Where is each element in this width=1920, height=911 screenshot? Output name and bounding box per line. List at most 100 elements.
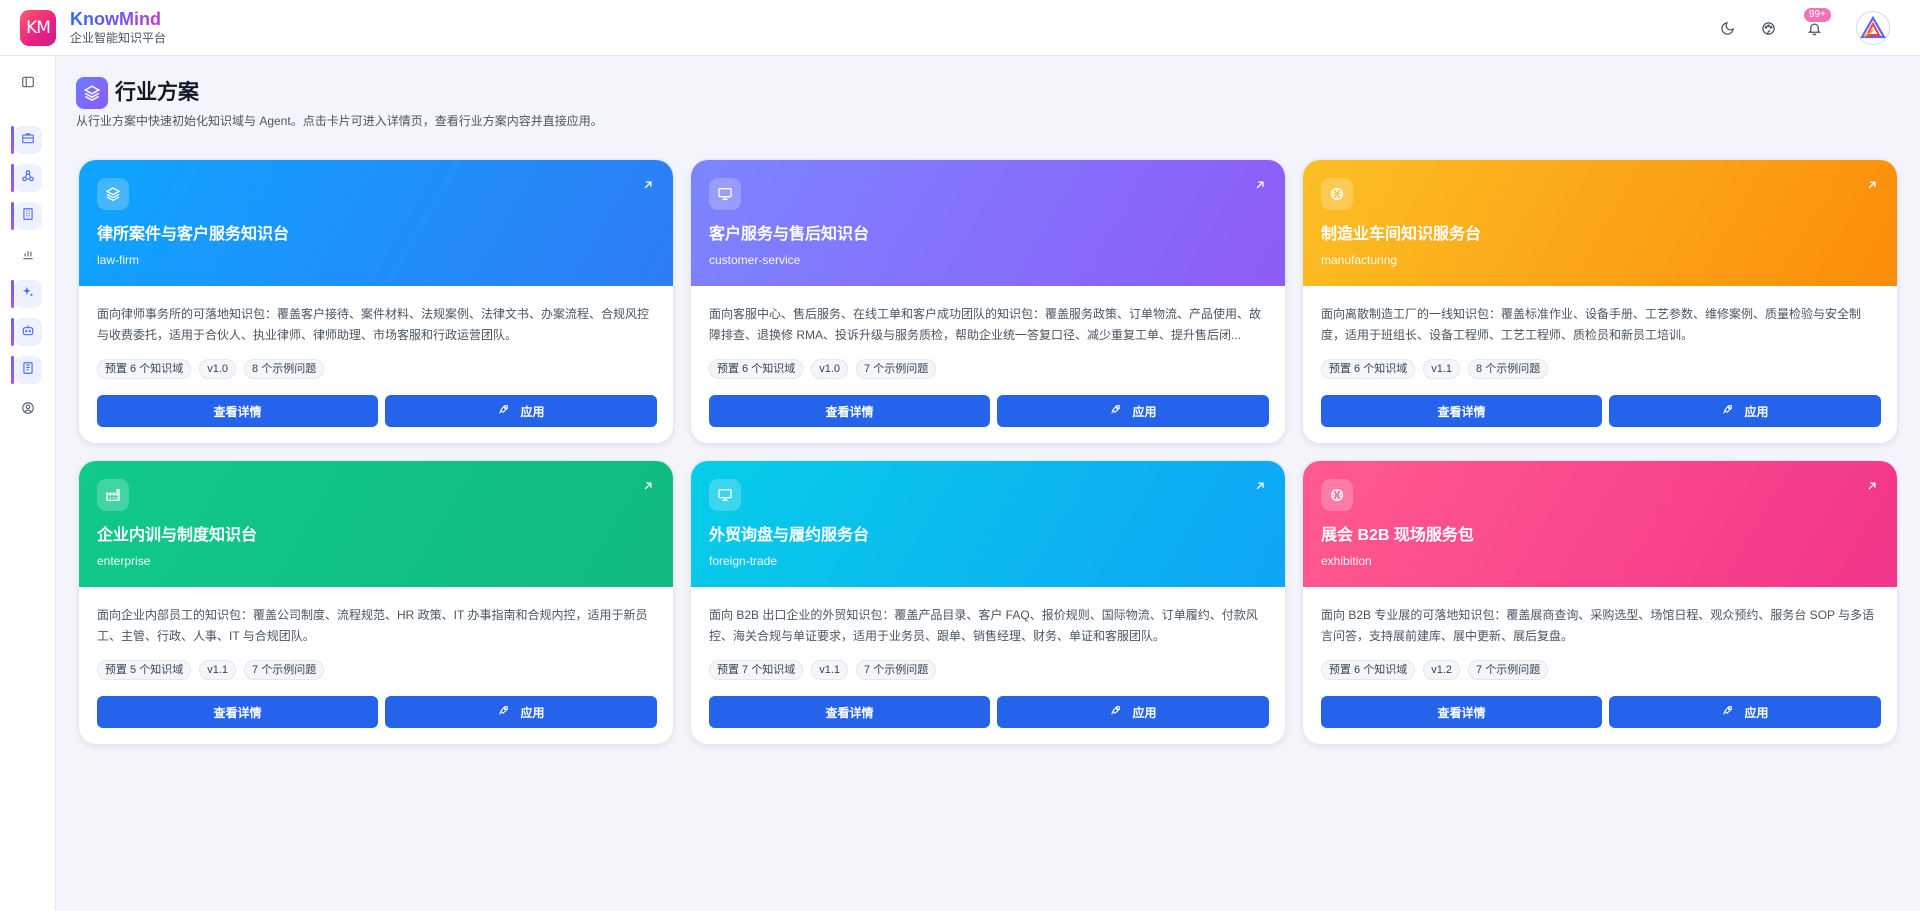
- view-details-label: 查看详情: [213, 705, 262, 720]
- view-details-label: 查看详情: [825, 705, 874, 720]
- card-tag: v1.1: [811, 660, 849, 680]
- card-tag: 预置 5 个知识域: [97, 660, 192, 680]
- robot-icon: [21, 323, 35, 342]
- card-tag: v1.1: [199, 660, 237, 680]
- apply-button[interactable]: 应用: [385, 696, 657, 728]
- factory-icon: [97, 479, 129, 511]
- card-tag: 7 个示例问题: [856, 660, 937, 680]
- gear-icon: [1321, 178, 1353, 210]
- sidebar-item-account[interactable]: [14, 396, 42, 424]
- palette-icon[interactable]: [1756, 16, 1780, 40]
- rocket-icon: [1721, 403, 1734, 419]
- card-tag: 预置 7 个知识域: [709, 660, 804, 680]
- sidebar-item-solutions[interactable]: [14, 126, 42, 154]
- brand: KnowMind 企业智能知识平台: [70, 9, 166, 45]
- apply-label: 应用: [1132, 404, 1157, 419]
- external-arrow-icon[interactable]: [1253, 479, 1267, 493]
- card-banner: 展会 B2B 现场服务包 exhibition: [1303, 461, 1897, 587]
- card-slug: foreign-trade: [709, 554, 778, 568]
- apply-label: 应用: [1744, 404, 1769, 419]
- card-tags: 预置 6 个知识域 v1.0 7 个示例问题: [709, 359, 937, 379]
- sidebar-item-docs[interactable]: [14, 356, 42, 384]
- sidebar-item-building[interactable]: [14, 202, 42, 230]
- rocket-icon: [1721, 704, 1734, 720]
- card-title: 外贸询盘与履约服务台: [709, 527, 870, 544]
- layers-icon: [97, 178, 129, 210]
- card-tags: 预置 6 个知识域 v1.0 8 个示例问题: [97, 359, 325, 379]
- view-details-button[interactable]: 查看详情: [1321, 696, 1602, 728]
- moon-icon[interactable]: [1715, 16, 1739, 40]
- external-arrow-icon[interactable]: [1253, 178, 1267, 192]
- card-banner: 制造业车间知识服务台 manufacturing: [1303, 160, 1897, 286]
- page-title: 行业方案: [115, 81, 199, 104]
- card-tag: 预置 6 个知识域: [1321, 660, 1416, 680]
- gear-icon: [1321, 479, 1353, 511]
- app-name: KnowMind: [70, 9, 166, 29]
- rocket-icon: [497, 403, 510, 419]
- view-details-button[interactable]: 查看详情: [97, 696, 378, 728]
- apply-label: 应用: [520, 404, 545, 419]
- card-title: 展会 B2B 现场服务包: [1321, 527, 1474, 544]
- card-tag: 预置 6 个知识域: [709, 359, 804, 379]
- view-details-button[interactable]: 查看详情: [709, 696, 990, 728]
- book-icon: [21, 361, 35, 380]
- solution-card-manufacturing[interactable]: 制造业车间知识服务台 manufacturing 面向离散制造工厂的一线知识包：…: [1302, 159, 1898, 444]
- sidebar: [0, 56, 56, 911]
- solution-card-enterprise[interactable]: 企业内训与制度知识台 enterprise 面向企业内部员工的知识包：覆盖公司制…: [78, 460, 674, 745]
- card-tag: 预置 6 个知识域: [97, 359, 192, 379]
- rocket-icon: [1109, 704, 1122, 720]
- notification-badge: 99+: [1804, 8, 1831, 22]
- card-title: 企业内训与制度知识台: [97, 527, 258, 544]
- sidebar-item-ai[interactable]: [14, 280, 42, 308]
- view-details-label: 查看详情: [1437, 705, 1486, 720]
- solution-card-law-firm[interactable]: 律所案件与客户服务知识台 law-firm 面向律师事务所的可落地知识包：覆盖客…: [78, 159, 674, 444]
- solution-card-customer-service[interactable]: 客户服务与售后知识台 customer-service 面向客服中心、售后服务、…: [690, 159, 1286, 444]
- building-icon: [21, 207, 35, 226]
- card-tag: v1.0: [811, 359, 849, 379]
- card-description: 面向离散制造工厂的一线知识包：覆盖标准作业、设备手册、工艺参数、维修案例、质量检…: [1321, 307, 1862, 342]
- avatar[interactable]: [1856, 11, 1890, 45]
- card-tag: 8 个示例问题: [244, 359, 325, 379]
- card-banner: 外贸询盘与履约服务台 foreign-trade: [691, 461, 1285, 587]
- card-tag: 7 个示例问题: [244, 660, 325, 680]
- card-tag: v1.0: [199, 359, 237, 379]
- card-title: 律所案件与客户服务知识台: [97, 226, 290, 243]
- apply-button[interactable]: 应用: [997, 696, 1269, 728]
- card-tags: 预置 5 个知识域 v1.1 7 个示例问题: [97, 660, 325, 680]
- apply-button[interactable]: 应用: [385, 395, 657, 427]
- external-arrow-icon[interactable]: [1865, 178, 1879, 192]
- view-details-button[interactable]: 查看详情: [97, 395, 378, 427]
- card-tags: 预置 6 个知识域 v1.2 7 个示例问题: [1321, 660, 1549, 680]
- apply-button[interactable]: 应用: [1609, 696, 1881, 728]
- card-tags: 预置 6 个知识域 v1.1 8 个示例问题: [1321, 359, 1549, 379]
- card-description: 面向客服中心、售后服务、在线工单和客户成功团队的知识包：覆盖服务政策、订单物流、…: [709, 307, 1262, 342]
- external-arrow-icon[interactable]: [1865, 479, 1879, 493]
- card-tags: 预置 7 个知识域 v1.1 7 个示例问题: [709, 660, 937, 680]
- apply-label: 应用: [520, 705, 545, 720]
- app-logo[interactable]: KM: [20, 10, 56, 46]
- view-details-button[interactable]: 查看详情: [1321, 395, 1602, 427]
- sidebar-item-agent[interactable]: [14, 318, 42, 346]
- card-tag: 7 个示例问题: [856, 359, 937, 379]
- external-arrow-icon[interactable]: [641, 178, 655, 192]
- card-slug: exhibition: [1321, 554, 1372, 568]
- view-details-label: 查看详情: [213, 404, 262, 419]
- card-title: 客户服务与售后知识台: [709, 226, 870, 243]
- apply-label: 应用: [1744, 705, 1769, 720]
- sidebar-toggle-icon[interactable]: [14, 68, 42, 96]
- layers-icon: [76, 77, 108, 109]
- view-details-label: 查看详情: [825, 404, 874, 419]
- card-description: 面向律师事务所的可落地知识包：覆盖客户接待、案件材料、法规案例、法律文书、办案流…: [97, 307, 650, 342]
- card-slug: law-firm: [97, 253, 139, 267]
- sidebar-item-analytics[interactable]: [14, 242, 42, 270]
- solution-card-foreign-trade[interactable]: 外贸询盘与履约服务台 foreign-trade 面向 B2B 出口企业的外贸知…: [690, 460, 1286, 745]
- presentation-icon: [709, 178, 741, 210]
- card-banner: 企业内训与制度知识台 enterprise: [79, 461, 673, 587]
- sidebar-item-graph[interactable]: [14, 164, 42, 192]
- apply-button[interactable]: 应用: [1609, 395, 1881, 427]
- view-details-button[interactable]: 查看详情: [709, 395, 990, 427]
- top-header: KM KnowMind 企业智能知识平台 99+: [0, 0, 1920, 56]
- apply-button[interactable]: 应用: [997, 395, 1269, 427]
- solution-card-exhibition[interactable]: 展会 B2B 现场服务包 exhibition 面向 B2B 专业展的可落地知识…: [1302, 460, 1898, 745]
- external-arrow-icon[interactable]: [641, 479, 655, 493]
